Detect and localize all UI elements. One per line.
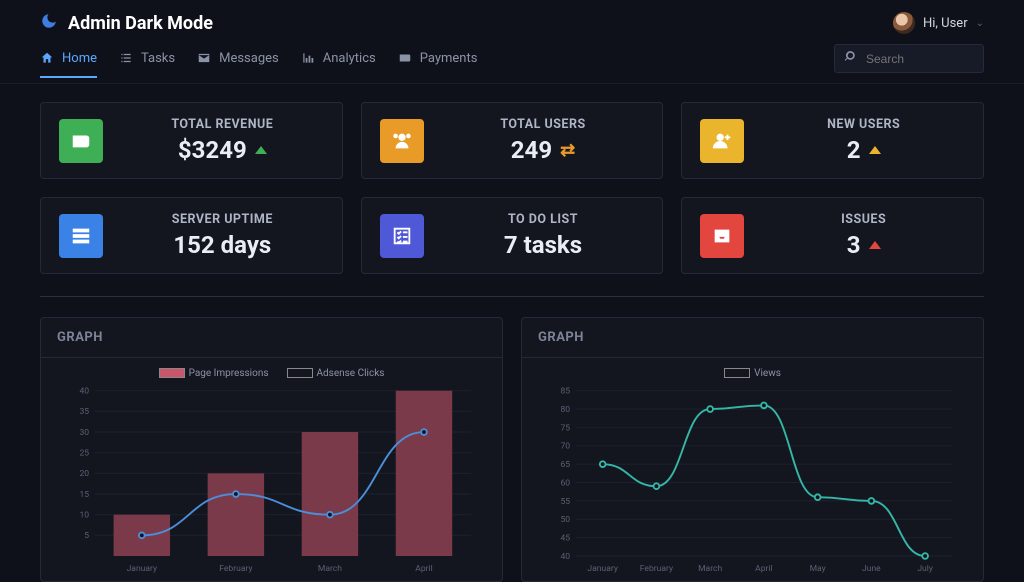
swatch-icon	[159, 368, 185, 378]
wallet-icon	[59, 119, 103, 163]
chart-left: 5 10 15 20 25 30 35 40 January February March April	[57, 385, 486, 575]
card-label: NEW USERS	[762, 117, 965, 132]
legend-item: Page Impressions	[159, 368, 269, 379]
svg-text:75: 75	[560, 423, 570, 433]
search-input[interactable]	[866, 52, 973, 66]
svg-text:65: 65	[560, 460, 570, 470]
svg-text:85: 85	[560, 387, 570, 397]
tasks-icon	[119, 51, 133, 65]
graph-card-left: GRAPH Page Impressions Adsense Clicks 5 1…	[40, 317, 503, 582]
svg-text:April: April	[415, 564, 432, 574]
search-icon	[845, 50, 858, 67]
svg-text:55: 55	[560, 497, 570, 507]
brand-title: Admin Dark Mode	[68, 13, 213, 34]
svg-text:80: 80	[560, 405, 570, 415]
tab-tasks[interactable]: Tasks	[119, 51, 175, 78]
server-icon	[59, 214, 103, 258]
wallet-icon	[398, 51, 412, 65]
svg-text:25: 25	[79, 449, 89, 459]
envelope-icon	[197, 51, 211, 65]
svg-text:50: 50	[560, 515, 570, 525]
svg-text:20: 20	[79, 469, 89, 479]
card-server-uptime[interactable]: SERVER UPTIME 152 days	[40, 197, 343, 274]
svg-text:January: January	[587, 564, 617, 574]
chart-icon	[301, 51, 315, 65]
card-label: TOTAL REVENUE	[121, 117, 324, 132]
svg-text:40: 40	[560, 552, 570, 562]
svg-text:30: 30	[79, 428, 89, 438]
svg-text:May: May	[810, 564, 826, 574]
tab-analytics[interactable]: Analytics	[301, 51, 376, 78]
card-value: 249	[511, 136, 552, 164]
tab-label: Home	[62, 51, 97, 66]
svg-text:10: 10	[79, 511, 89, 521]
svg-text:60: 60	[560, 478, 570, 488]
search-box[interactable]	[834, 44, 984, 73]
tab-label: Messages	[219, 51, 279, 66]
chevron-down-icon: ⌄	[976, 18, 984, 29]
graph-card-right: GRAPH Views 40 45 50 55 60 65 70 75 80 85 January F…	[521, 317, 984, 582]
card-value: 3	[847, 231, 861, 259]
svg-text:15: 15	[79, 490, 89, 500]
card-label: SERVER UPTIME	[121, 212, 324, 227]
svg-text:45: 45	[560, 533, 570, 543]
svg-text:5: 5	[84, 531, 89, 541]
svg-text:July: July	[917, 564, 933, 574]
moon-icon	[40, 12, 58, 35]
card-value: 2	[847, 136, 861, 164]
card-total-revenue[interactable]: TOTAL REVENUE $3249	[40, 102, 343, 179]
tab-label: Analytics	[323, 51, 376, 66]
card-new-users[interactable]: NEW USERS 2	[681, 102, 984, 179]
svg-text:June: June	[862, 564, 881, 574]
swap-icon: ⇄	[560, 140, 575, 161]
tab-label: Tasks	[141, 51, 175, 66]
svg-text:70: 70	[560, 442, 570, 452]
svg-text:February: February	[219, 564, 252, 574]
card-total-users[interactable]: TOTAL USERS 249 ⇄	[361, 102, 664, 179]
trend-up-icon	[255, 146, 267, 154]
card-value: $3249	[178, 136, 247, 164]
tab-messages[interactable]: Messages	[197, 51, 279, 78]
card-value: 7 tasks	[504, 231, 582, 259]
card-label: TO DO LIST	[442, 212, 645, 227]
graph-title: GRAPH	[522, 318, 983, 358]
graph-title: GRAPH	[41, 318, 502, 358]
checklist-icon	[380, 214, 424, 258]
tab-label: Payments	[420, 51, 478, 66]
card-value: 152 days	[173, 231, 271, 259]
svg-text:40: 40	[79, 387, 89, 397]
trend-up-icon	[869, 241, 881, 249]
card-label: ISSUES	[762, 212, 965, 227]
tab-payments[interactable]: Payments	[398, 51, 478, 78]
trend-up-icon	[869, 146, 881, 154]
tab-home[interactable]: Home	[40, 51, 97, 78]
svg-text:February: February	[640, 564, 673, 574]
user-plus-icon	[700, 119, 744, 163]
users-icon	[380, 119, 424, 163]
swatch-icon	[724, 368, 750, 378]
user-greeting: Hi, User	[923, 16, 968, 31]
svg-text:January: January	[127, 564, 157, 574]
chart-right: 40 45 50 55 60 65 70 75 80 85 January February March…	[538, 385, 967, 575]
home-icon	[40, 51, 54, 65]
svg-text:35: 35	[79, 407, 89, 417]
legend-item: Views	[724, 368, 781, 379]
svg-text:March: March	[318, 564, 342, 574]
user-menu[interactable]: Hi, User ⌄	[893, 12, 984, 34]
swatch-icon	[287, 368, 313, 378]
inbox-icon	[700, 214, 744, 258]
card-issues[interactable]: ISSUES 3	[681, 197, 984, 274]
svg-text:April: April	[755, 564, 772, 574]
card-todo-list[interactable]: TO DO LIST 7 tasks	[361, 197, 664, 274]
svg-text:March: March	[698, 564, 722, 574]
card-label: TOTAL USERS	[442, 117, 645, 132]
avatar	[893, 12, 915, 34]
legend-item: Adsense Clicks	[287, 368, 385, 379]
divider	[40, 296, 984, 297]
